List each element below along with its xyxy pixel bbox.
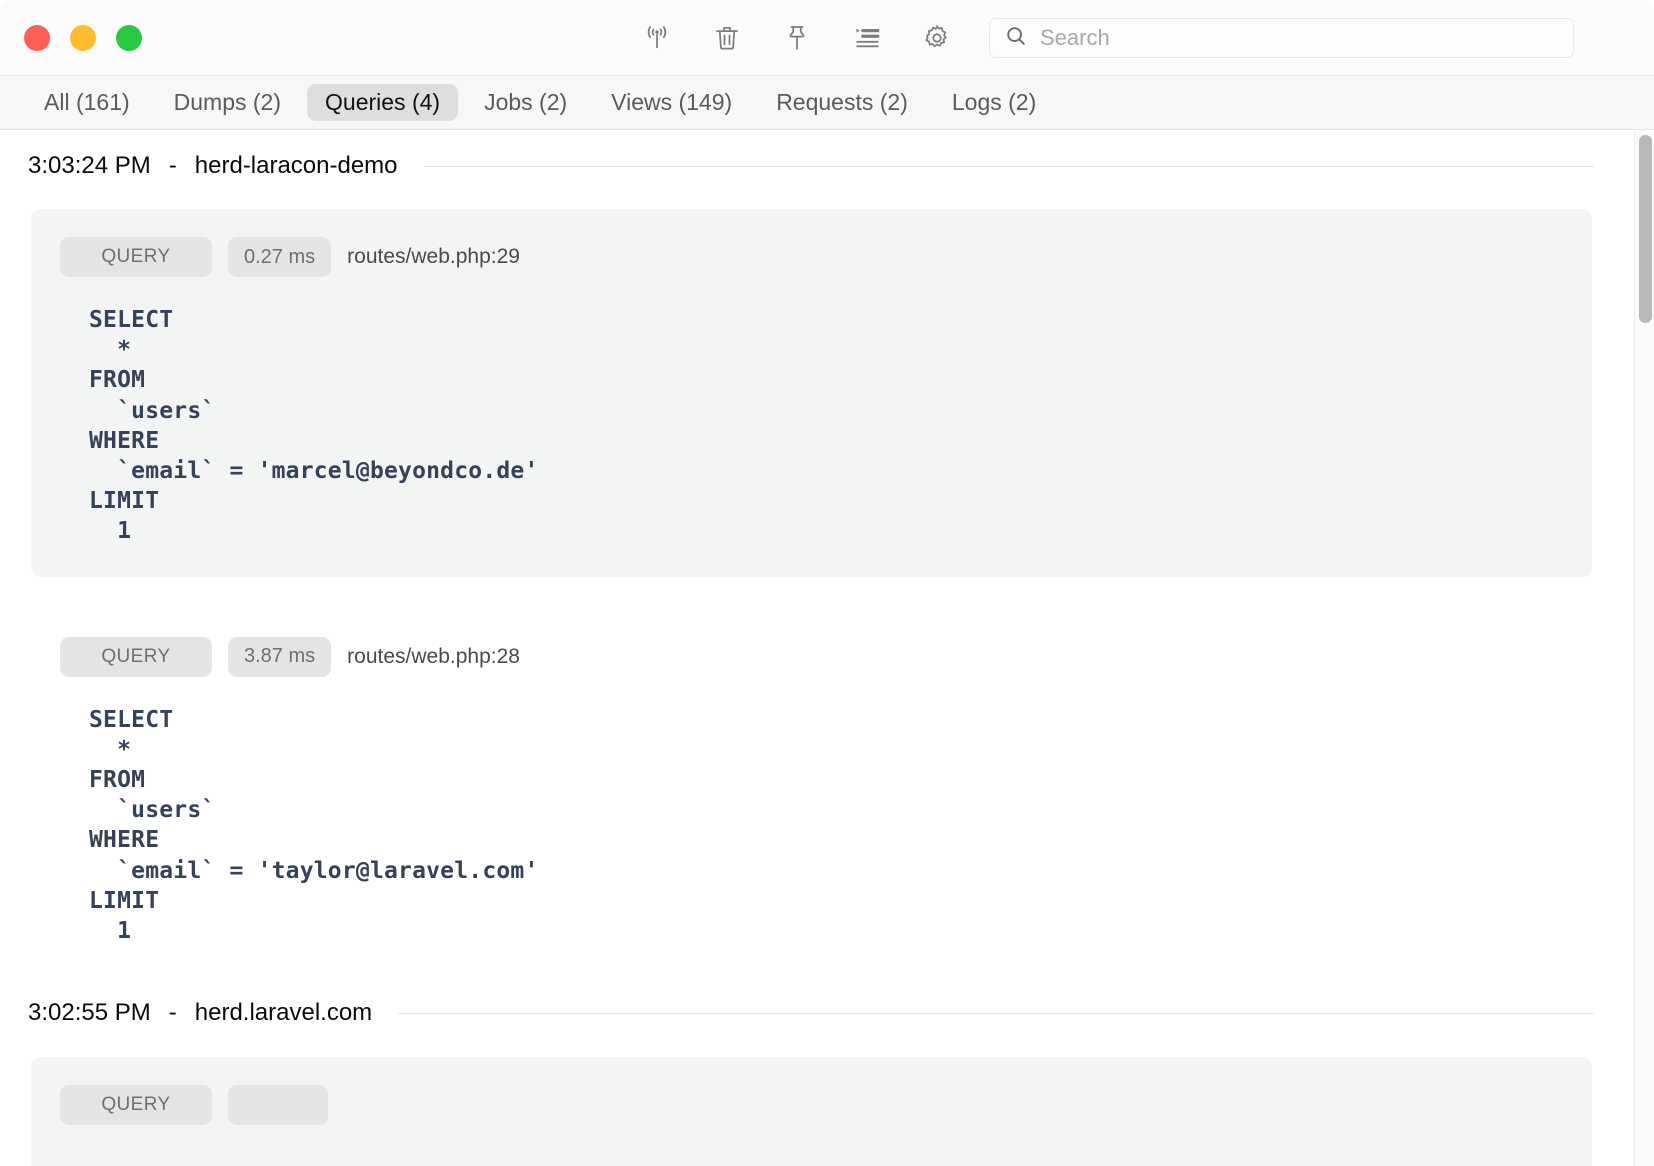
maximize-window-button[interactable] <box>116 25 142 51</box>
scrollbar-thumb[interactable] <box>1639 135 1652 323</box>
tab-requests[interactable]: Requests (2) <box>758 84 926 121</box>
tab-logs[interactable]: Logs (2) <box>934 84 1054 121</box>
session-timestamp: 3:02:55 PM <box>28 999 151 1027</box>
entry-meta-row: QUERY 0.27 ms routes/web.php:29 <box>31 237 1592 277</box>
entry-type-badge: QUERY <box>60 1085 212 1125</box>
search-input[interactable] <box>1040 25 1559 51</box>
session-divider <box>424 166 1594 167</box>
entry-meta-row: QUERY <box>31 1085 1592 1125</box>
entry-meta-row: QUERY 3.87 ms routes/web.php:28 <box>31 637 1592 677</box>
entry-spacer <box>0 577 1654 609</box>
tab-queries[interactable]: Queries (4) <box>307 84 458 121</box>
entry-duration-badge <box>228 1085 328 1125</box>
collapse-list-icon[interactable] <box>850 21 884 55</box>
entry-source-location[interactable]: routes/web.php:28 <box>347 645 520 669</box>
session-header: 3:02:55 PM - herd.laravel.com <box>0 992 1654 1034</box>
query-entry-card[interactable]: QUERY 3.87 ms routes/web.php:28 SELECT *… <box>31 609 1592 977</box>
close-window-button[interactable] <box>24 25 50 51</box>
entry-type-badge: QUERY <box>60 637 212 677</box>
broadcast-icon[interactable] <box>640 21 674 55</box>
query-entry-card[interactable]: QUERY 0.27 ms routes/web.php:29 SELECT *… <box>31 209 1592 577</box>
tab-all[interactable]: All (161) <box>26 84 148 121</box>
trash-icon[interactable] <box>710 21 744 55</box>
session-header: 3:03:24 PM - herd-laracon-demo <box>0 145 1654 187</box>
vertical-scrollbar[interactable] <box>1634 131 1654 1166</box>
tab-jobs[interactable]: Jobs (2) <box>466 84 585 121</box>
sql-code-block: SELECT * FROM `users` WHERE `email` = 'm… <box>31 277 1592 547</box>
tab-dumps[interactable]: Dumps (2) <box>156 84 299 121</box>
entry-type-badge: QUERY <box>60 237 212 277</box>
session-separator: - <box>165 999 181 1027</box>
entry-duration-badge: 0.27 ms <box>228 237 331 277</box>
session-origin: herd-laracon-demo <box>195 152 398 180</box>
session-separator: - <box>165 152 181 180</box>
query-entry-card[interactable]: QUERY <box>31 1057 1592 1166</box>
title-bar <box>0 0 1654 76</box>
tab-views[interactable]: Views (149) <box>593 84 750 121</box>
entry-source-location[interactable]: routes/web.php:29 <box>347 245 520 269</box>
session-divider <box>398 1013 1594 1014</box>
tab-bar: All (161) Dumps (2) Queries (4) Jobs (2)… <box>0 76 1654 130</box>
entry-duration-badge: 3.87 ms <box>228 637 331 677</box>
sql-code-block: SELECT * FROM `users` WHERE `email` = 't… <box>31 677 1592 947</box>
gear-icon[interactable] <box>920 21 954 55</box>
minimize-window-button[interactable] <box>70 25 96 51</box>
pin-icon[interactable] <box>780 21 814 55</box>
search-box[interactable] <box>989 18 1574 58</box>
session-timestamp: 3:03:24 PM <box>28 152 151 180</box>
app-window: All (161) Dumps (2) Queries (4) Jobs (2)… <box>0 0 1654 1166</box>
search-icon <box>1004 24 1028 53</box>
traffic-lights <box>24 25 142 51</box>
session-origin: herd.laravel.com <box>195 999 372 1027</box>
entries-list[interactable]: 3:03:24 PM - herd-laracon-demo QUERY 0.2… <box>0 131 1654 1166</box>
sql-code-block <box>31 1125 1592 1153</box>
toolbar-icons <box>640 21 954 55</box>
